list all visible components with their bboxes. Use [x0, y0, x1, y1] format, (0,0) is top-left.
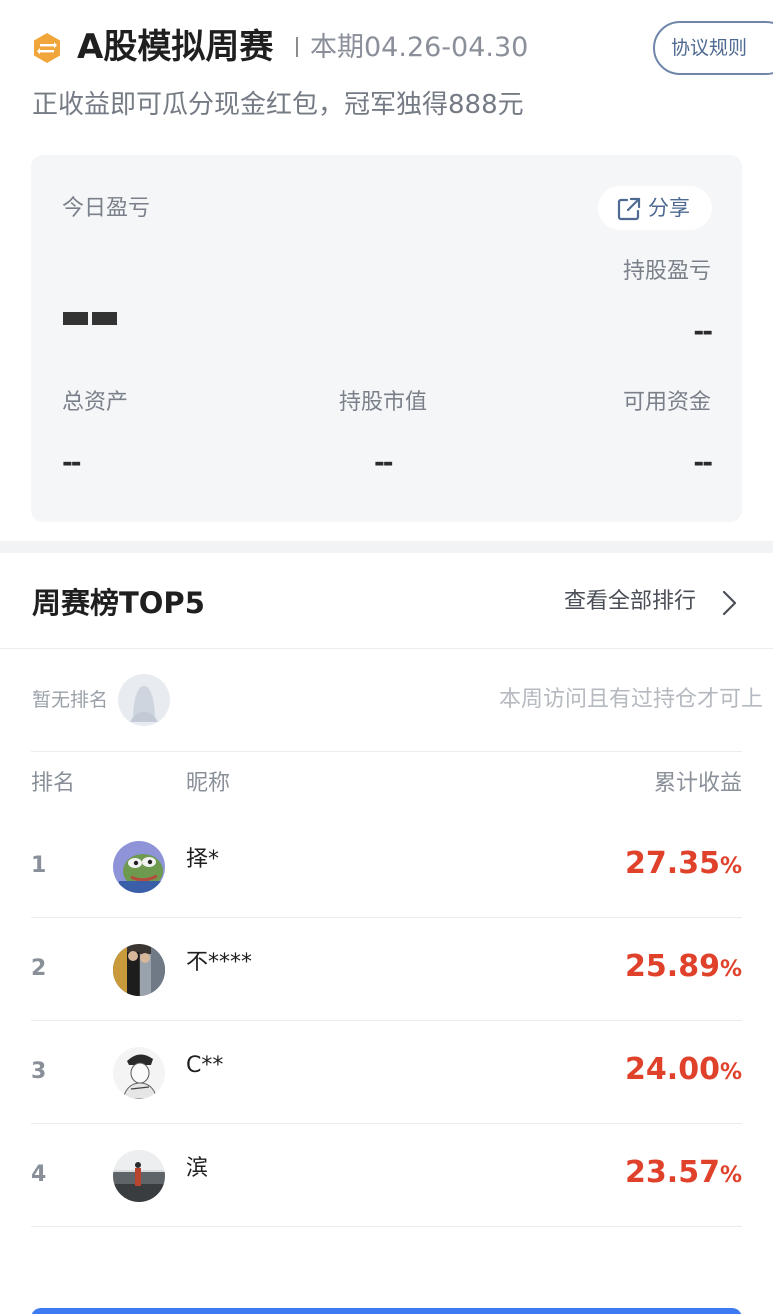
nickname: 择* [186, 847, 220, 872]
avatar [113, 1150, 165, 1202]
yield-value: 24.00 [625, 1052, 720, 1087]
yield-value: 27.35 [625, 846, 720, 881]
no-rank-divider [31, 751, 742, 752]
row-divider [31, 1226, 742, 1227]
rank-number: 4 [31, 1162, 47, 1187]
yield-unit: % [719, 854, 742, 879]
total-assets-value: -- [62, 448, 82, 478]
share-button[interactable]: 分享 [598, 186, 712, 230]
section-divider [0, 541, 773, 553]
column-header-nickname: 昵称 [186, 771, 231, 796]
holding-pl-value: -- [693, 317, 713, 347]
page: A股模拟周赛 本期04.26-04.30 协议规则 正收益即可瓜分现金红包，冠军… [0, 0, 773, 1314]
rank-number: 2 [31, 956, 47, 981]
cumulative-yield: 23.57% [625, 1154, 742, 1195]
leaderboard-header-divider [0, 648, 773, 649]
page-title: A股模拟周赛 [77, 27, 274, 67]
rules-button[interactable]: 协议规则 [653, 21, 773, 75]
leaderboard-title: 周赛榜TOP5 [32, 586, 205, 620]
view-all-ranking-link[interactable]: 查看全部排行 [564, 586, 696, 618]
account-card: 今日盈亏 分享 持股盈亏 -- 总资产 -- 持股市值 -- 可用资金 -- [31, 155, 742, 522]
column-header-yield: 累计收益 [653, 771, 742, 796]
share-label: 分享 [648, 196, 690, 220]
yield-unit: % [719, 1163, 742, 1188]
leaderboard-row[interactable]: 1 择* 27.35% [0, 815, 773, 918]
leaderboard-row[interactable]: 2 不**** 25.89% [0, 918, 773, 1021]
nickname: C** [186, 1053, 224, 1078]
today-pl-value [63, 312, 117, 326]
period-label: 本期04.26-04.30 [310, 32, 529, 63]
rank-number: 3 [31, 1059, 47, 1084]
leaderboard-row[interactable]: 3 C** 24.00% [0, 1021, 773, 1124]
cumulative-yield: 24.00% [625, 1051, 742, 1092]
avatar [113, 841, 165, 893]
chevron-right-icon[interactable] [718, 589, 740, 617]
title-divider [296, 37, 298, 57]
bottom-action-bar[interactable] [31, 1308, 742, 1314]
avatar [113, 944, 165, 996]
user-placeholder-icon [130, 686, 158, 722]
nickname: 滨 [186, 1156, 209, 1181]
column-header-rank: 排名 [31, 771, 76, 796]
default-avatar [118, 674, 170, 726]
yield-value: 23.57 [625, 1155, 720, 1190]
subtitle: 正收益即可瓜分现金红包，冠军独得888元 [32, 90, 524, 120]
holding-pl-label: 持股盈亏 [622, 259, 711, 284]
today-pl-label: 今日盈亏 [62, 196, 151, 221]
share-external-icon [617, 197, 641, 221]
available-funds-value: -- [693, 448, 713, 478]
market-value-value: -- [374, 448, 394, 478]
cumulative-yield: 27.35% [625, 845, 742, 886]
yield-unit: % [719, 1060, 742, 1085]
yield-value: 25.89 [625, 949, 720, 984]
market-value-label: 持股市值 [339, 390, 428, 415]
avatar [113, 1047, 165, 1099]
available-funds-label: 可用资金 [622, 390, 711, 415]
header: A股模拟周赛 本期04.26-04.30 协议规则 正收益即可瓜分现金红包，冠军… [0, 0, 773, 150]
total-assets-label: 总资产 [62, 390, 129, 415]
no-rank-hint: 本周访问且有过持仓才可上 [499, 687, 764, 712]
exchange-hexagon-icon [34, 33, 60, 63]
leaderboard-row[interactable]: 4 滨 23.57% [0, 1124, 773, 1227]
rank-number: 1 [31, 853, 47, 878]
cumulative-yield: 25.89% [625, 948, 742, 989]
yield-unit: % [719, 957, 742, 982]
no-rank-label: 暂无排名 [32, 689, 109, 711]
nickname: 不**** [186, 950, 253, 975]
